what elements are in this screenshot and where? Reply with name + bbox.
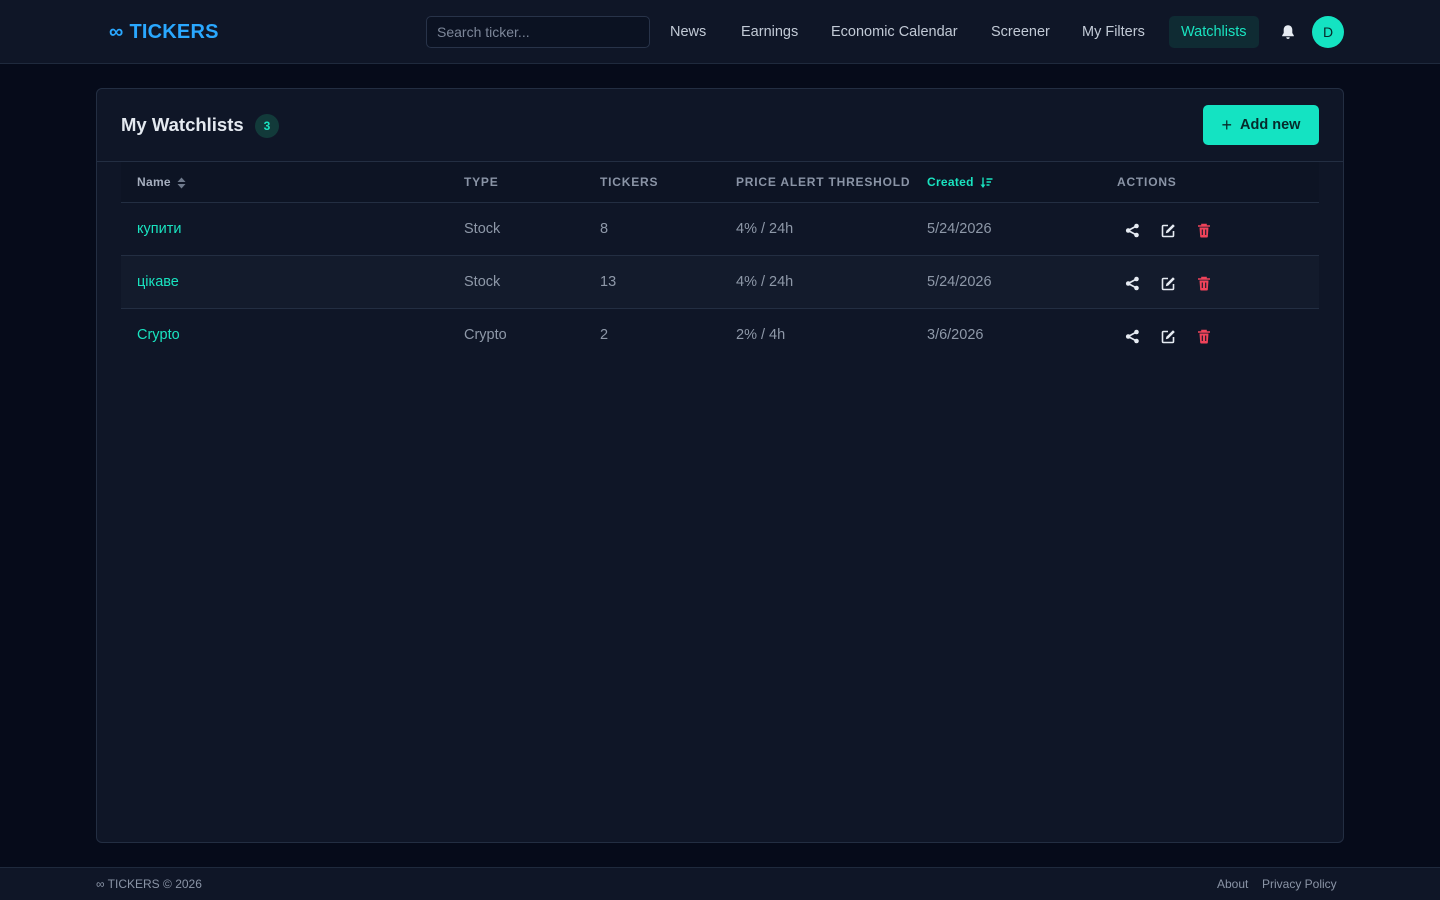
- table-row[interactable]: Crypto Crypto 2 2% / 4h 3/6/2026: [121, 309, 1319, 362]
- edit-icon[interactable]: [1159, 274, 1177, 292]
- card-header: My Watchlists 3 + Add new: [97, 89, 1343, 162]
- watchlist-name-link[interactable]: цікаве: [137, 256, 179, 309]
- nav-watchlists[interactable]: Watchlists: [1169, 16, 1259, 48]
- table-row[interactable]: купити Stock 8 4% / 24h 5/24/2026: [121, 203, 1319, 256]
- nav-my-filters[interactable]: My Filters: [1082, 16, 1145, 48]
- cell-threshold: 4% / 24h: [736, 221, 794, 237]
- table-header: Name TYPE TICKERS PRICE ALERT THRESHOLD …: [121, 162, 1319, 203]
- cell-tickers: 8: [600, 221, 609, 237]
- cell-created: 5/24/2026: [927, 221, 992, 237]
- nav-earnings[interactable]: Earnings: [741, 16, 798, 48]
- footer-link-about[interactable]: About: [1217, 877, 1248, 891]
- bell-icon[interactable]: [1279, 23, 1297, 41]
- cell-created: 5/24/2026: [927, 274, 992, 290]
- footer-copyright: ∞ TICKERS © 2026: [96, 877, 202, 891]
- share-icon[interactable]: [1123, 327, 1141, 345]
- sort-desc-icon: [980, 177, 993, 188]
- cell-created: 3/6/2026: [927, 327, 984, 343]
- avatar[interactable]: D: [1312, 16, 1344, 48]
- watchlist-name-link[interactable]: купити: [137, 203, 181, 256]
- cell-type: Stock: [464, 274, 501, 290]
- trash-icon[interactable]: [1195, 274, 1213, 292]
- cell-type: Crypto: [464, 327, 507, 343]
- column-header-threshold: PRICE ALERT THRESHOLD: [736, 175, 911, 189]
- nav-screener[interactable]: Screener: [991, 16, 1050, 48]
- count-badge: 3: [255, 114, 279, 138]
- share-icon[interactable]: [1123, 221, 1141, 239]
- column-header-type: TYPE: [464, 175, 499, 189]
- column-label: Created: [927, 175, 974, 189]
- footer-link-privacy-policy[interactable]: Privacy Policy: [1262, 877, 1337, 891]
- sort-icon: [177, 177, 186, 188]
- column-header-tickers: TICKERS: [600, 175, 659, 189]
- add-new-label: Add new: [1240, 117, 1301, 133]
- share-icon[interactable]: [1123, 274, 1141, 292]
- watchlist-name-link[interactable]: Crypto: [137, 309, 180, 362]
- cell-threshold: 4% / 24h: [736, 274, 794, 290]
- nav-news[interactable]: News: [670, 16, 706, 48]
- trash-icon[interactable]: [1195, 327, 1213, 345]
- watchlists-card: My Watchlists 3 + Add new Name TYPE TICK…: [96, 88, 1344, 843]
- cell-tickers: 13: [600, 274, 617, 290]
- nav-economic-calendar[interactable]: Economic Calendar: [831, 16, 958, 48]
- footer: ∞ TICKERS © 2026 About Privacy Policy: [0, 867, 1440, 900]
- page-title: My Watchlists: [121, 114, 244, 135]
- edit-icon[interactable]: [1159, 327, 1177, 345]
- trash-icon[interactable]: [1195, 221, 1213, 239]
- plus-icon: +: [1221, 115, 1233, 135]
- add-new-button[interactable]: + Add new: [1203, 105, 1319, 145]
- column-header-name[interactable]: Name: [137, 162, 186, 203]
- cell-tickers: 2: [600, 327, 609, 343]
- column-label: Name: [137, 175, 171, 189]
- top-bar: ∞ TICKERS News Earnings Economic Calenda…: [0, 0, 1440, 64]
- column-header-actions: ACTIONS: [1117, 175, 1177, 189]
- main-nav: News Earnings Economic Calendar Screener…: [0, 16, 1440, 48]
- column-header-created[interactable]: Created: [927, 162, 993, 203]
- edit-icon[interactable]: [1159, 221, 1177, 239]
- cell-threshold: 2% / 4h: [736, 327, 786, 343]
- cell-type: Stock: [464, 221, 501, 237]
- table-row[interactable]: цікаве Stock 13 4% / 24h 5/24/2026: [121, 256, 1319, 309]
